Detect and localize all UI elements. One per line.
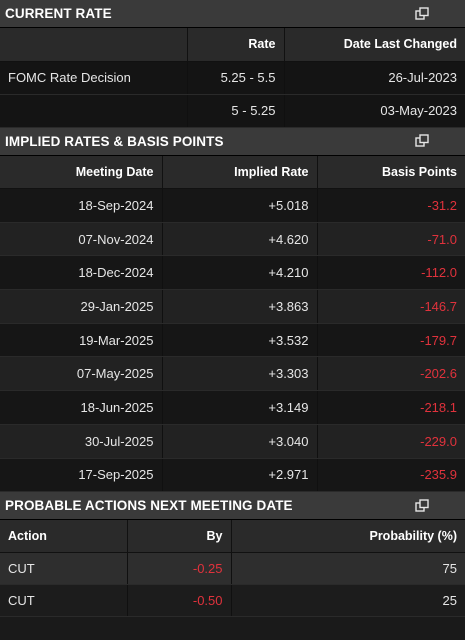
action-type: CUT [0, 584, 128, 617]
column-header: Implied Rate [162, 155, 318, 189]
date-last-changed: 26-Jul-2023 [284, 61, 465, 95]
column-header: Action [0, 520, 128, 553]
rate-value: 5 - 5.25 [187, 94, 285, 128]
popout-icon[interactable] [415, 6, 429, 21]
meeting-date: 18-Jun-2025 [0, 390, 163, 425]
implied-rate: +3.863 [162, 289, 318, 324]
meeting-date: 07-May-2025 [0, 356, 163, 392]
action-by: -0.25 [127, 552, 232, 585]
probable-actions-header: PROBABLE ACTIONS NEXT MEETING DATE [0, 492, 465, 521]
basis-points: -31.2 [317, 188, 465, 223]
implied-rate: +2.971 [162, 458, 318, 493]
probable-actions-panel: PROBABLE ACTIONS NEXT MEETING DATE Actio… [0, 492, 465, 617]
implied-rate: +3.303 [162, 356, 318, 392]
meeting-date: 19-Mar-2025 [0, 323, 163, 358]
probability: 75 [231, 552, 465, 585]
table-header-row: Action By Probability (%) [0, 520, 465, 553]
basis-points: -71.0 [317, 222, 465, 257]
current-rate-header: CURRENT RATE [0, 0, 465, 28]
basis-points: -229.0 [317, 424, 465, 459]
column-header: By [127, 520, 232, 553]
basis-points: -179.7 [317, 323, 465, 358]
table-row: 30-Jul-2025 +3.040 -229.0 [0, 424, 465, 459]
table-row: 5 - 5.25 03-May-2023 [0, 94, 465, 128]
implied-rate: +3.532 [162, 323, 318, 358]
table-row: 19-Mar-2025 +3.532 -179.7 [0, 323, 465, 358]
column-header: Basis Points [317, 155, 465, 189]
meeting-date: 07-Nov-2024 [0, 222, 163, 257]
current-rate-panel: CURRENT RATE Rate Date Last Changed FOMC… [0, 0, 465, 128]
table-row: CUT -0.25 75 [0, 552, 465, 585]
table-row: CUT -0.50 25 [0, 584, 465, 617]
popout-icon[interactable] [415, 498, 429, 513]
implied-rate: +3.149 [162, 390, 318, 425]
implied-rates-panel: IMPLIED RATES & BASIS POINTS Meeting Dat… [0, 127, 465, 493]
table-row: 07-May-2025 +3.303 -202.6 [0, 356, 465, 392]
probable-actions-title: PROBABLE ACTIONS NEXT MEETING DATE [5, 498, 293, 514]
rate-label: FOMC Rate Decision [0, 61, 188, 95]
table-row: 17-Sep-2025 +2.971 -235.9 [0, 458, 465, 493]
column-header: Date Last Changed [284, 28, 465, 62]
table-row: 18-Dec-2024 +4.210 -112.0 [0, 255, 465, 291]
implied-rate: +3.040 [162, 424, 318, 459]
table-header-row: Rate Date Last Changed [0, 28, 465, 62]
basis-points: -112.0 [317, 255, 465, 291]
rate-label [0, 94, 188, 128]
meeting-date: 18-Sep-2024 [0, 188, 163, 223]
basis-points: -146.7 [317, 289, 465, 324]
probability: 25 [231, 584, 465, 617]
implied-rates-title: IMPLIED RATES & BASIS POINTS [5, 133, 224, 149]
meeting-date: 29-Jan-2025 [0, 289, 163, 324]
current-rate-title: CURRENT RATE [5, 6, 112, 21]
implied-rate: +5.018 [162, 188, 318, 223]
basis-points: -202.6 [317, 356, 465, 392]
probable-actions-table: Action By Probability (%) CUT -0.25 75 C… [0, 520, 465, 617]
rate-value: 5.25 - 5.5 [187, 61, 285, 95]
column-header [0, 28, 188, 62]
table-header-row: Meeting Date Implied Rate Basis Points [0, 155, 465, 189]
table-row: FOMC Rate Decision 5.25 - 5.5 26-Jul-202… [0, 61, 465, 95]
date-last-changed: 03-May-2023 [284, 94, 465, 128]
implied-rates-header: IMPLIED RATES & BASIS POINTS [0, 127, 465, 156]
action-by: -0.50 [127, 584, 232, 617]
table-row: 18-Jun-2025 +3.149 -218.1 [0, 390, 465, 425]
current-rate-table: Rate Date Last Changed FOMC Rate Decisio… [0, 28, 465, 128]
implied-rates-table: Meeting Date Implied Rate Basis Points 1… [0, 155, 465, 493]
basis-points: -235.9 [317, 458, 465, 493]
implied-rate: +4.210 [162, 255, 318, 291]
table-row: 29-Jan-2025 +3.863 -146.7 [0, 289, 465, 324]
column-header: Meeting Date [0, 155, 163, 189]
basis-points: -218.1 [317, 390, 465, 425]
implied-rate: +4.620 [162, 222, 318, 257]
meeting-date: 18-Dec-2024 [0, 255, 163, 291]
table-row: 18-Sep-2024 +5.018 -31.2 [0, 188, 465, 223]
table-row: 07-Nov-2024 +4.620 -71.0 [0, 222, 465, 257]
meeting-date: 30-Jul-2025 [0, 424, 163, 459]
column-header: Rate [187, 28, 285, 62]
meeting-date: 17-Sep-2025 [0, 458, 163, 493]
action-type: CUT [0, 552, 128, 585]
popout-icon[interactable] [415, 134, 429, 148]
column-header: Probability (%) [231, 520, 465, 553]
